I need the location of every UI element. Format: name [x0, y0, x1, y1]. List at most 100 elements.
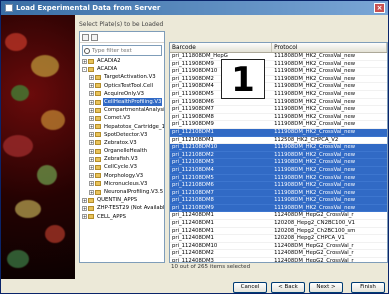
expand-icon[interactable]: +: [89, 107, 94, 113]
expand-icon[interactable]: +: [89, 156, 94, 162]
tree-node-label: Hepatotox_Cartridge_1: [104, 123, 165, 130]
table-row[interactable]: pri_111908DM5 111908DM_HK2_CrossVal_new: [170, 91, 387, 99]
expand-icon[interactable]: +: [89, 74, 94, 80]
collapse-icon[interactable]: -: [82, 66, 87, 72]
tree-node[interactable]: + ACADIA2: [80, 57, 164, 65]
expand-icon[interactable]: +: [89, 140, 94, 146]
tree-node[interactable]: + QUENTIN_APPS: [80, 196, 164, 204]
tree-node[interactable]: + Micronucleus.V3: [80, 180, 164, 188]
tree-node[interactable]: + OrganelleHealth: [80, 147, 164, 155]
protocol-cell: 111908DM_HK2_CrossVal_new: [274, 113, 356, 120]
folder-icon: [88, 66, 94, 72]
expand-icon[interactable]: +: [89, 165, 94, 171]
table-row[interactable]: pri_112108DM8 111908DM_HK2_CrossVal_new: [170, 197, 387, 205]
table-row[interactable]: pri_112108DM1 112508_HK2_CHPCA_V2: [170, 137, 387, 145]
table-row[interactable]: pri_112408DM3 112408DM_HepG2_CrossVal_r: [170, 258, 387, 263]
table-row[interactable]: pri_111908DM7 111908DM_HK2_CrossVal_new: [170, 106, 387, 114]
expand-icon[interactable]: +: [89, 173, 94, 179]
tree-node[interactable]: + Morphology.V3: [80, 172, 164, 180]
barcode-cell: pri_112108DM10: [172, 144, 218, 151]
table-row[interactable]: pri_112108DM3 111908DM_HK2_CrossVal_new: [170, 159, 387, 167]
search-box: [82, 45, 162, 56]
tree-node[interactable]: + CellCycle.V3: [80, 163, 164, 171]
protocol-cell: 111908DM_HK2_CrossVal_new: [274, 60, 356, 67]
expand-icon[interactable]: +: [89, 148, 94, 154]
next-button[interactable]: Next >: [309, 282, 343, 293]
expand-icon[interactable]: +: [89, 83, 94, 89]
expand-all-icon[interactable]: [82, 33, 89, 41]
table-row[interactable]: pri_111908DM8 111908DM_HK2_CrossVal_new: [170, 114, 387, 122]
tree-node[interactable]: + AcquireOnly.V3: [80, 90, 164, 98]
tree-node[interactable]: - ACADIA: [80, 65, 164, 73]
tree-node[interactable]: + CompartmentalAnalysis.V3: [80, 106, 164, 114]
table-row[interactable]: pri_111908DM9 111908DM_HK2_CrossVal_new: [170, 61, 387, 69]
tree-node[interactable]: + CELL_APPS: [80, 213, 164, 221]
table-row[interactable]: pri_111808DM_HepG 111808DM_HK2_CrossVal_n…: [170, 53, 387, 61]
table-row[interactable]: pri_112408DM1 112408DM_HepG2_CrossVal_r: [170, 212, 387, 221]
expand-icon[interactable]: +: [82, 58, 87, 64]
tree-node[interactable]: + SpotDetector.V3: [80, 131, 164, 139]
back-button[interactable]: < Back: [271, 282, 305, 293]
expand-icon[interactable]: +: [89, 99, 94, 105]
expand-icon[interactable]: +: [89, 181, 94, 187]
table-row[interactable]: pri_111908DM6 111908DM_HK2_CrossVal_new: [170, 99, 387, 107]
tree-node[interactable]: + Hepatotox_Cartridge_1: [80, 123, 164, 131]
tree-node[interactable]: + Comet.V3: [80, 114, 164, 122]
table-row[interactable]: pri_111908DM4 111908DM_HK2_CrossVal_new: [170, 83, 387, 91]
tree-node-label: Micronucleus.V3: [104, 180, 148, 187]
tree-node[interactable]: + CellHealthProfiling.V3: [80, 97, 164, 107]
collapse-all-icon[interactable]: [91, 33, 98, 41]
table-row[interactable]: pri_111908DM9 111908DM_HK2_CrossVal_new: [170, 121, 387, 129]
protocol-cell: 112408DM_HepG2_CrossVal_r: [274, 242, 354, 249]
title-bar: Load Experimental Data from Server ×: [1, 1, 388, 15]
tree-node[interactable]: + Zebratox.V3: [80, 139, 164, 147]
barcode-cell: pri_112408DM3: [172, 258, 214, 263]
column-header-barcode[interactable]: Barcode: [170, 43, 273, 52]
column-header-protocol[interactable]: Protocol: [272, 43, 387, 52]
tree-toolbar: [80, 32, 164, 43]
barcode-cell: pri_111908DM6: [172, 98, 214, 105]
folder-icon: [95, 124, 101, 130]
finish-button[interactable]: Finish: [351, 282, 385, 293]
table-row[interactable]: pri_111908DM10 111908DM_HK2_CrossVal_new: [170, 68, 387, 76]
folder-icon: [95, 99, 101, 105]
table-row[interactable]: pri_112408DM1 120208_Hepg2_Ch2BC100_sm: [170, 228, 387, 236]
table-row[interactable]: pri_112108DM9 111908DM_HK2_CrossVal_new: [170, 204, 387, 213]
tree-node[interactable]: + Zebrafish.V3: [80, 155, 164, 163]
expand-icon[interactable]: +: [82, 197, 87, 203]
search-input[interactable]: [92, 47, 162, 54]
wizard-side-image: [1, 15, 75, 279]
folder-icon: [88, 197, 94, 203]
table-row[interactable]: pri_112108DM10 111908DM_HK2_CrossVal_new: [170, 144, 387, 152]
table-row[interactable]: pri_112408DM1 120208_Hepg2_CN2BC100_V1: [170, 220, 387, 228]
folder-icon: [95, 132, 101, 138]
expand-icon[interactable]: +: [89, 124, 94, 130]
table-row[interactable]: pri_112408DM1 120208_Hepg2_CHPCA_V1: [170, 235, 387, 243]
table-row[interactable]: pri_112408DM10 112408DM_HepG2_CrossVal_r: [170, 243, 387, 251]
cancel-button[interactable]: Cancel: [233, 282, 267, 293]
table-row[interactable]: pri_112108DM4 111908DM_HK2_CrossVal_new: [170, 166, 387, 175]
table-row[interactable]: pri_112108DM2 111908DM_HK2_CrossVal_new: [170, 151, 387, 160]
expand-icon[interactable]: +: [82, 214, 87, 220]
tree-node-label: OpticsTestTool.Cell: [104, 82, 154, 89]
table-row[interactable]: pri_112408DM2 112408DM_HepG2_CrossVal_r: [170, 250, 387, 259]
expand-icon[interactable]: +: [89, 132, 94, 138]
window-title: Load Experimental Data from Server: [16, 4, 161, 12]
table-row[interactable]: pri_112108DM5 111908DM_HK2_CrossVal_new: [170, 174, 387, 183]
expand-icon[interactable]: +: [89, 115, 94, 121]
expand-icon[interactable]: +: [89, 91, 94, 97]
selection-status: 10 out of 265 items selected: [171, 264, 251, 270]
table-row[interactable]: pri_112108DM6 111908DM_HK2_CrossVal_new: [170, 182, 387, 190]
close-button[interactable]: ×: [374, 3, 385, 13]
tree-node[interactable]: + TargetActivation.V3: [80, 73, 164, 81]
protocol-cell: 111908DM_HK2_CrossVal_new: [274, 83, 356, 90]
tree-node[interactable]: + NeuronalProfiling.V3.5: [80, 188, 164, 196]
table-row[interactable]: pri_112108DM1 111908DM_HK2_CrossVal_new: [170, 128, 387, 137]
table-row[interactable]: pri_112108DM7 111908DM_HK2_CrossVal_new: [170, 189, 387, 198]
barcode-cell: pri_112408DM10: [172, 242, 218, 249]
expand-icon[interactable]: +: [89, 189, 94, 195]
table-row[interactable]: pri_111908DM2 111908DM_HK2_CrossVal_new: [170, 76, 387, 84]
tree-node[interactable]: + ZHP-TEST29 (Not Available): [80, 204, 164, 212]
tree-node[interactable]: + OpticsTestTool.Cell: [80, 82, 164, 90]
expand-icon[interactable]: +: [82, 205, 87, 211]
